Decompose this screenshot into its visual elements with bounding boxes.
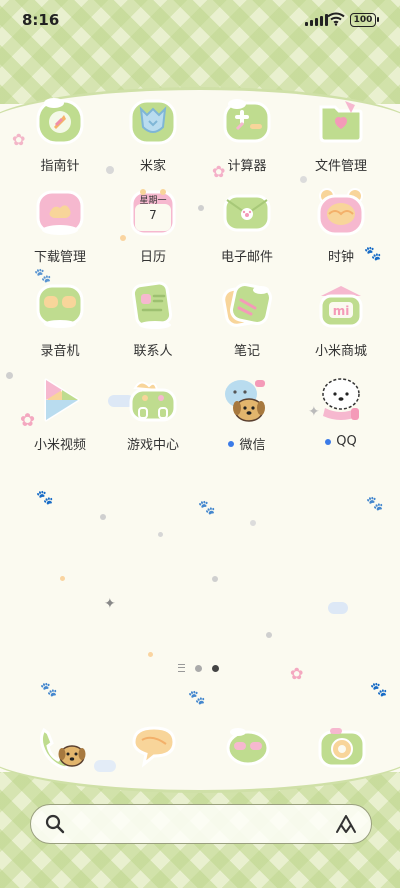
app-label: 笔记 bbox=[233, 344, 260, 359]
app-calendar[interactable]: 星期一 7 日历 bbox=[106, 186, 200, 265]
video-icon bbox=[34, 374, 86, 426]
app-label: 计算器 bbox=[227, 159, 267, 174]
new-badge-dot bbox=[325, 438, 332, 445]
app-game-center[interactable]: 游戏中心 bbox=[106, 374, 200, 453]
qq-icon bbox=[315, 374, 367, 426]
search-icon[interactable] bbox=[45, 814, 65, 834]
wechat-icon bbox=[221, 374, 273, 426]
notes-icon bbox=[221, 280, 273, 332]
app-file-manager[interactable]: 文件管理 bbox=[294, 95, 388, 174]
app-qq[interactable]: QQ bbox=[294, 374, 388, 449]
new-badge-dot bbox=[228, 440, 235, 447]
calendar-icon: 星期一 7 bbox=[127, 186, 179, 238]
app-email[interactable]: 电子邮件 bbox=[200, 186, 294, 265]
app-label: 米家 bbox=[139, 159, 166, 174]
mi-store-icon: mi bbox=[315, 280, 367, 332]
search-bar[interactable] bbox=[30, 804, 372, 844]
app-label: 游戏中心 bbox=[126, 438, 179, 453]
browser-icon bbox=[226, 728, 270, 766]
mi-logo-text: mi bbox=[333, 304, 350, 318]
app-notes[interactable]: 笔记 bbox=[200, 280, 294, 359]
app-clock[interactable]: 时钟 bbox=[294, 186, 388, 265]
status-bar: 8:16 100 bbox=[0, 0, 400, 40]
app-label: 小米视频 bbox=[33, 438, 86, 453]
app-download-manager[interactable]: 下载管理 bbox=[13, 186, 107, 265]
page-dot-1[interactable] bbox=[195, 664, 202, 672]
email-icon bbox=[221, 186, 273, 238]
app-label: 日历 bbox=[139, 250, 166, 265]
app-mi-store[interactable]: mi 小米商城 bbox=[294, 280, 388, 359]
app-compass[interactable]: 指南针 bbox=[13, 95, 107, 174]
app-calculator[interactable]: 计算器 bbox=[200, 95, 294, 174]
app-label: 电子邮件 bbox=[220, 250, 273, 265]
dock-camera[interactable] bbox=[316, 722, 368, 774]
phone-icon bbox=[39, 727, 86, 770]
app-label: 录音机 bbox=[40, 344, 80, 359]
messages-icon bbox=[132, 726, 176, 768]
compass-icon bbox=[34, 95, 86, 147]
dock-browser[interactable] bbox=[222, 722, 274, 774]
dock-phone[interactable] bbox=[34, 722, 86, 774]
mijia-icon bbox=[127, 95, 179, 147]
calendar-weekday: 星期一 bbox=[139, 195, 166, 206]
app-label: 小米商城 bbox=[314, 344, 367, 359]
voice-assistant-icon[interactable] bbox=[335, 814, 357, 834]
dock-messages[interactable] bbox=[128, 722, 180, 774]
recorder-icon bbox=[34, 280, 86, 332]
wifi-icon bbox=[327, 12, 345, 26]
status-time: 8:16 bbox=[22, 11, 60, 29]
signal-icon bbox=[305, 14, 328, 26]
app-wechat[interactable]: 微信 bbox=[200, 374, 294, 453]
page-indicator[interactable] bbox=[178, 664, 219, 672]
app-label: QQ bbox=[294, 434, 388, 449]
app-label: 微信 bbox=[200, 434, 294, 453]
app-label: 下载管理 bbox=[33, 250, 86, 265]
app-mi-video[interactable]: 小米视频 bbox=[13, 374, 107, 453]
page-dot-2-active[interactable] bbox=[212, 664, 219, 672]
clock-icon bbox=[315, 186, 367, 238]
app-contacts[interactable]: 联系人 bbox=[106, 280, 200, 359]
app-label: 文件管理 bbox=[314, 159, 367, 174]
download-icon bbox=[34, 186, 86, 238]
folder-icon bbox=[315, 95, 367, 147]
page-indicator-menu-icon[interactable] bbox=[178, 664, 185, 672]
battery-icon: 100 bbox=[350, 13, 379, 27]
app-label: 联系人 bbox=[133, 344, 173, 359]
game-center-icon bbox=[127, 374, 179, 426]
calendar-day: 7 bbox=[149, 208, 157, 222]
contacts-icon bbox=[127, 280, 179, 332]
camera-icon bbox=[318, 728, 366, 768]
app-mijia[interactable]: 米家 bbox=[106, 95, 200, 174]
calculator-icon bbox=[221, 95, 273, 147]
app-recorder[interactable]: 录音机 bbox=[13, 280, 107, 359]
app-label: 时钟 bbox=[327, 250, 354, 265]
app-label: 指南针 bbox=[40, 159, 80, 174]
